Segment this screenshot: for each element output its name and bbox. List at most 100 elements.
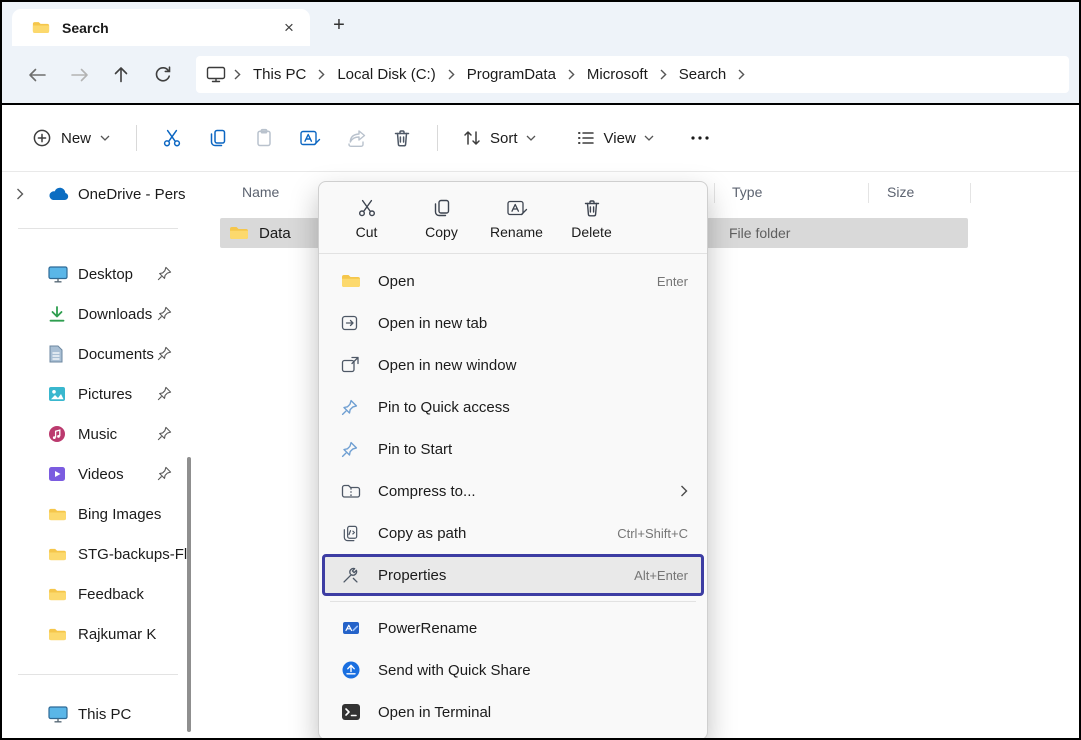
open-new-window-icon <box>341 356 365 374</box>
tab-search[interactable]: Search × <box>12 9 310 46</box>
music-icon <box>48 425 70 443</box>
column-divider[interactable] <box>970 183 971 203</box>
file-explorer-window: Search × + This PC Local Disk (C:) Progr <box>0 0 1081 740</box>
chevron-right-icon <box>652 69 675 80</box>
context-menu-quick-actions: Cut Copy Rename Delete <box>319 182 707 254</box>
view-button[interactable]: View <box>564 119 666 157</box>
cut-button[interactable] <box>149 118 195 158</box>
compress-icon <box>341 483 365 499</box>
back-button[interactable] <box>16 56 58 94</box>
quick-action-label: Copy <box>425 224 458 240</box>
documents-icon <box>48 345 70 363</box>
menu-item-label: Open in new window <box>378 357 516 374</box>
chevron-down-icon <box>644 135 654 141</box>
quick-action-delete[interactable]: Delete <box>554 191 629 245</box>
menu-item-quick-share[interactable]: Send with Quick Share <box>324 649 702 691</box>
sidebar-item-stg-backups[interactable]: STG-backups-Fl <box>2 534 194 574</box>
sidebar-item-pictures[interactable]: Pictures <box>2 374 194 414</box>
copy-as-path-icon <box>341 524 365 543</box>
column-header-size[interactable]: Size <box>887 184 914 200</box>
sidebar-item-documents[interactable]: Documents <box>2 334 194 374</box>
menu-item-compress-to[interactable]: Compress to... <box>324 470 702 512</box>
folder-icon <box>32 20 50 35</box>
sidebar-item-downloads[interactable]: Downloads <box>2 294 194 334</box>
paste-button[interactable] <box>241 118 287 158</box>
sidebar-divider <box>18 228 178 229</box>
column-header-name[interactable]: Name <box>242 184 279 200</box>
sidebar-item-feedback[interactable]: Feedback <box>2 574 194 614</box>
breadcrumb-search[interactable]: Search <box>675 64 731 85</box>
share-button[interactable] <box>333 118 379 158</box>
rename-icon <box>299 128 321 148</box>
column-header-type[interactable]: Type <box>732 184 762 200</box>
sidebar-scrollbar[interactable] <box>187 457 191 732</box>
pin-icon <box>341 399 365 416</box>
sidebar-item-this-pc[interactable]: This PC <box>2 694 194 734</box>
new-button[interactable]: New <box>18 119 124 157</box>
sidebar-item-label: Desktop <box>78 266 133 283</box>
pin-icon <box>157 466 172 481</box>
refresh-icon <box>154 66 172 84</box>
scissors-icon <box>162 128 182 148</box>
breadcrumb-microsoft[interactable]: Microsoft <box>583 64 652 85</box>
sidebar-item-bing-images[interactable]: Bing Images <box>2 494 194 534</box>
computer-icon <box>206 66 226 83</box>
sidebar-item-label: This PC <box>78 706 131 723</box>
delete-button[interactable] <box>379 118 425 158</box>
pin-icon <box>341 441 365 458</box>
file-type: File folder <box>729 225 790 241</box>
tab-close-button[interactable]: × <box>276 15 302 41</box>
breadcrumb-local-disk[interactable]: Local Disk (C:) <box>333 64 439 85</box>
column-divider[interactable] <box>868 183 869 203</box>
pin-icon <box>157 266 172 281</box>
address-bar[interactable]: This PC Local Disk (C:) ProgramData Micr… <box>196 56 1069 93</box>
forward-button[interactable] <box>58 56 100 94</box>
breadcrumb-programdata[interactable]: ProgramData <box>463 64 560 85</box>
column-divider[interactable] <box>714 183 715 203</box>
copy-button[interactable] <box>195 118 241 158</box>
new-tab-button[interactable]: + <box>324 10 354 40</box>
paste-icon <box>254 128 274 148</box>
refresh-button[interactable] <box>142 56 184 94</box>
chevron-right-icon <box>560 69 583 80</box>
menu-item-powerrename[interactable]: PowerRename <box>324 607 702 649</box>
context-menu-items: Open Enter Open in new tab Open in new w… <box>319 254 707 733</box>
sidebar-item-label: Rajkumar K <box>78 626 156 643</box>
rename-icon <box>506 198 528 218</box>
more-options-button[interactable] <box>680 119 720 157</box>
breadcrumb-this-pc[interactable]: This PC <box>249 64 310 85</box>
properties-wrench-icon <box>341 566 365 585</box>
sort-button[interactable]: Sort <box>450 119 548 157</box>
quick-action-copy[interactable]: Copy <box>404 191 479 245</box>
menu-item-open-in-terminal[interactable]: Open in Terminal <box>324 691 702 733</box>
navigation-bar: This PC Local Disk (C:) ProgramData Micr… <box>2 46 1079 105</box>
menu-item-copy-as-path[interactable]: Copy as path Ctrl+Shift+C <box>324 512 702 554</box>
menu-item-open-new-tab[interactable]: Open in new tab <box>324 302 702 344</box>
menu-item-shortcut: Alt+Enter <box>634 568 688 583</box>
menu-item-label: Compress to... <box>378 483 476 500</box>
terminal-icon <box>341 703 365 721</box>
sidebar-item-desktop[interactable]: Desktop <box>2 254 194 294</box>
copy-icon <box>432 198 452 218</box>
forward-arrow-icon <box>70 67 89 83</box>
rename-button[interactable] <box>287 118 333 158</box>
menu-item-properties[interactable]: Properties Alt+Enter <box>322 554 704 596</box>
quick-action-rename[interactable]: Rename <box>479 191 554 245</box>
menu-separator <box>330 601 696 602</box>
sidebar-item-rajkumar[interactable]: Rajkumar K <box>2 614 194 654</box>
up-button[interactable] <box>100 56 142 94</box>
sidebar-item-videos[interactable]: Videos <box>2 454 194 494</box>
menu-item-open[interactable]: Open Enter <box>324 260 702 302</box>
folder-icon <box>48 587 70 602</box>
sidebar-item-music[interactable]: Music <box>2 414 194 454</box>
menu-item-pin-quick-access[interactable]: Pin to Quick access <box>324 386 702 428</box>
quick-action-label: Rename <box>490 224 543 240</box>
menu-item-label: Open in new tab <box>378 315 487 332</box>
sidebar-item-label: Documents <box>78 346 154 363</box>
menu-item-open-new-window[interactable]: Open in new window <box>324 344 702 386</box>
quick-action-cut[interactable]: Cut <box>329 191 404 245</box>
view-icon <box>576 128 596 148</box>
submenu-chevron-icon <box>680 485 688 497</box>
sidebar-item-onedrive[interactable]: OneDrive - Pers <box>2 174 194 214</box>
menu-item-pin-to-start[interactable]: Pin to Start <box>324 428 702 470</box>
